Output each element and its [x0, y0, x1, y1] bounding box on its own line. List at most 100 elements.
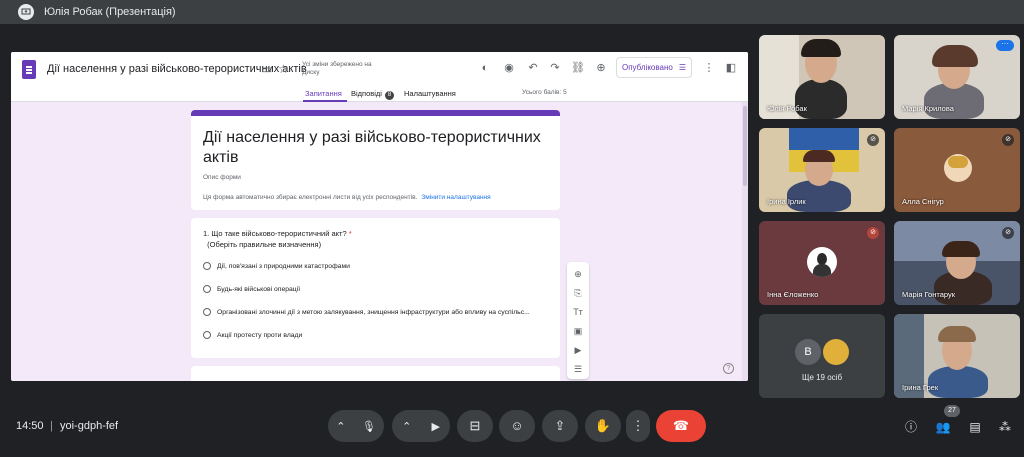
- add-video-icon[interactable]: ▶: [571, 343, 585, 357]
- participant-hair: [938, 326, 976, 342]
- link-icon[interactable]: ⛓: [571, 61, 585, 75]
- option-item[interactable]: Акції протесту проти влади: [203, 331, 302, 339]
- add-title-icon[interactable]: Tт: [571, 305, 585, 319]
- add-section-icon[interactable]: ☰: [571, 362, 585, 376]
- participant-tile[interactable]: ··· Марія Крилова: [894, 35, 1020, 119]
- raise-hand-button[interactable]: ✋: [585, 410, 621, 442]
- option-item[interactable]: Дії, пов'язані з природними катастрофами: [203, 262, 350, 270]
- camera-control[interactable]: ⌃ ▶: [392, 410, 450, 442]
- present-screen-icon: [18, 4, 34, 20]
- note-text: Ця форма автоматично збирає електронні л…: [203, 194, 418, 201]
- participant-tile[interactable]: ⊘ Алла Снігур: [894, 128, 1020, 212]
- more-vert-icon[interactable]: ⋮: [702, 61, 716, 75]
- participant-tile[interactable]: Юлія Робак: [759, 35, 885, 119]
- participant-body: [795, 79, 847, 119]
- option-item[interactable]: Організовані злочинні дії з метою заляку…: [203, 308, 530, 316]
- present-button[interactable]: ⇪: [542, 410, 578, 442]
- mic-options-chevron-icon[interactable]: ⌃: [336, 420, 345, 433]
- form-heading[interactable]: Дії населення у разі військово-терористи…: [203, 128, 543, 168]
- hangup-icon: ☎: [672, 418, 690, 433]
- people-icon[interactable]: 👥: [934, 418, 952, 436]
- undo-icon[interactable]: ↶: [526, 61, 540, 75]
- meeting-code: yoi-gdph-fef: [60, 420, 119, 432]
- published-label: Опубліковано: [622, 63, 673, 72]
- option-label: Дії, пов'язані з природними катастрофами: [217, 262, 350, 270]
- more-participants-tile[interactable]: В Ще 19 осіб: [759, 314, 885, 398]
- shared-screen: Дії населення у разі військово-терористи…: [11, 52, 748, 381]
- redo-icon[interactable]: ↷: [548, 61, 562, 75]
- participant-tile[interactable]: ⊘ Інна Єложенко: [759, 221, 885, 305]
- participant-name: Інна Єложенко: [767, 290, 819, 299]
- raise-hand-icon: ✋: [594, 418, 612, 433]
- participant-photo-avatar: [823, 339, 849, 365]
- next-question-card[interactable]: [191, 366, 560, 381]
- form-side-toolbar: ⊕ ⎘ Tт ▣ ▶ ☰: [567, 262, 589, 379]
- captions-button[interactable]: ⊟: [457, 410, 493, 442]
- change-settings-link[interactable]: Змінити налаштування: [421, 194, 490, 201]
- participant-name: Ірина Ірлик: [767, 197, 806, 206]
- participant-name: Марія Крилова: [902, 104, 954, 113]
- question-subtitle: (Оберіть правильне визначення): [207, 240, 322, 249]
- flag-blue: [789, 128, 859, 150]
- option-label: Будь-які військові операції: [217, 285, 301, 293]
- published-button[interactable]: Опубліковано ☰: [616, 57, 692, 78]
- mic-icon[interactable]: 🎙: [362, 420, 376, 433]
- participant-initial-avatar: В: [795, 339, 821, 365]
- option-item[interactable]: Будь-які військові операції: [203, 285, 300, 293]
- question-text: 1. Що таке військово-терористичний акт?: [203, 229, 347, 238]
- add-collaborator-icon[interactable]: ⊕: [594, 61, 608, 75]
- captions-icon: ⊟: [469, 418, 481, 433]
- more-icon: ⋮: [631, 418, 645, 433]
- participant-name: Юлія Робак: [767, 104, 807, 113]
- total-points: Усього балів: 5: [522, 89, 567, 96]
- emoji-button[interactable]: ☺: [499, 410, 535, 442]
- participant-tile[interactable]: ⊘ Марія Гонтарук: [894, 221, 1020, 305]
- participant-name: Ірина Грек: [902, 383, 939, 392]
- form-scrollbar-thumb[interactable]: [743, 106, 747, 186]
- add-image-icon[interactable]: ▣: [571, 324, 585, 338]
- responses-count-badge: 8: [384, 91, 394, 100]
- question-card[interactable]: 1. Що таке військово-терористичний акт? …: [191, 218, 560, 358]
- form-description[interactable]: Опис форми: [203, 174, 241, 181]
- participant-hair: [803, 150, 835, 162]
- activities-icon[interactable]: ⁂: [996, 418, 1014, 436]
- camera-icon[interactable]: ▶: [431, 420, 439, 433]
- form-title-card[interactable]: Дії населення у разі військово-терористи…: [191, 110, 560, 210]
- radio-icon[interactable]: [203, 262, 211, 270]
- tile-more-options-icon[interactable]: ···: [996, 40, 1014, 51]
- help-icon[interactable]: ?: [723, 363, 734, 374]
- preview-eye-icon[interactable]: ◉: [502, 61, 516, 75]
- import-questions-icon[interactable]: ⎘: [571, 286, 585, 300]
- chat-icon[interactable]: ▤: [966, 418, 984, 436]
- more-options-button[interactable]: ⋮: [626, 410, 650, 442]
- radio-icon[interactable]: [203, 308, 211, 316]
- palette-icon[interactable]: ◐: [478, 61, 492, 75]
- mic-control[interactable]: ⌃ 🎙: [328, 410, 384, 442]
- tab-questions[interactable]: Запитання: [305, 89, 342, 98]
- mic-off-icon: ⊘: [867, 227, 879, 239]
- tab-responses-label: Відповіді: [351, 89, 382, 98]
- participant-name: Алла Снігур: [902, 197, 944, 206]
- participant-tile[interactable]: ⊘ Ірина Ірлик: [759, 128, 885, 212]
- info-icon[interactable]: ⓘ: [902, 418, 920, 436]
- account-icon[interactable]: ◧: [724, 61, 738, 75]
- tab-responses[interactable]: Відповіді 8: [351, 89, 394, 100]
- folder-icon[interactable]: ▭: [261, 62, 272, 76]
- avatar-body: [813, 264, 831, 277]
- participant-hair: [801, 39, 841, 57]
- hangup-button[interactable]: ☎: [656, 410, 706, 442]
- radio-icon[interactable]: [203, 331, 211, 339]
- radio-icon[interactable]: [203, 285, 211, 293]
- participant-tile[interactable]: Ірина Грек: [894, 314, 1020, 398]
- add-question-icon[interactable]: ⊕: [571, 267, 585, 281]
- tab-settings[interactable]: Налаштування: [404, 89, 456, 98]
- more-participants-label: Ще 19 осіб: [801, 373, 843, 382]
- option-label: Організовані злочинні дії з метою заляку…: [217, 308, 530, 316]
- star-icon[interactable]: ☆: [278, 62, 289, 76]
- camera-options-chevron-icon[interactable]: ⌃: [402, 420, 411, 433]
- mic-off-icon: ⊘: [1002, 227, 1014, 239]
- required-mark: *: [348, 229, 352, 238]
- presenter-title: Юлія Робак (Презентація): [44, 6, 176, 18]
- meeting-separator: |: [50, 420, 53, 432]
- tune-icon: ☰: [678, 63, 686, 72]
